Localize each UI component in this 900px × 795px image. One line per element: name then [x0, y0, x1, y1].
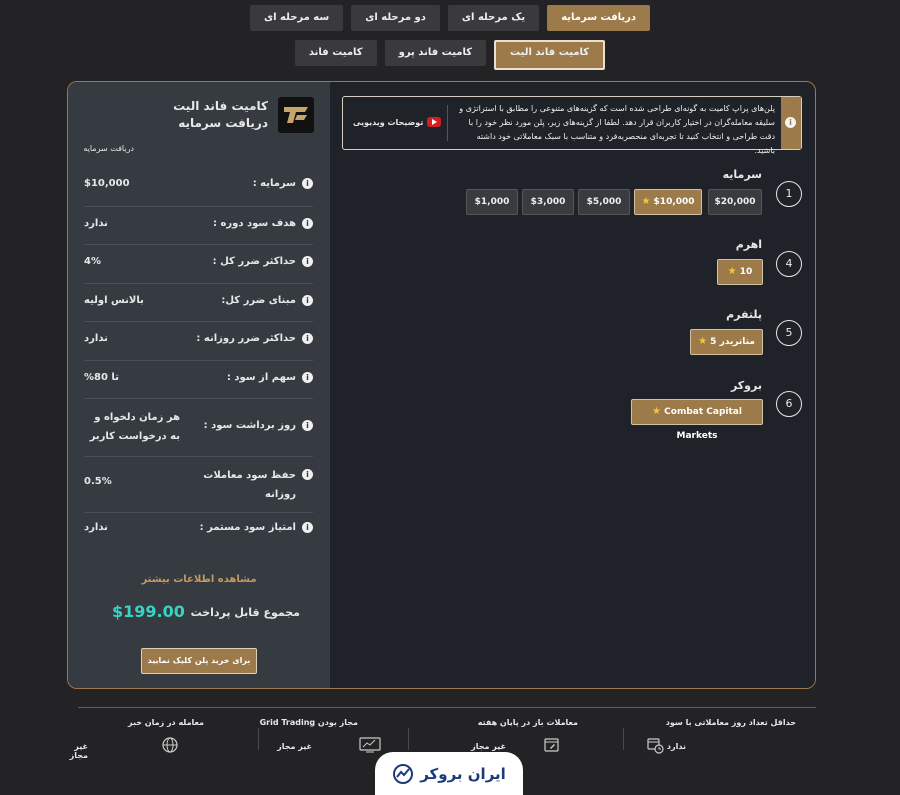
plan-type-tabs: دریافت سرمایه یک مرحله ای دو مرحله ای سه… [0, 5, 900, 31]
calendar-edit-icon [544, 738, 559, 752]
feature-item: حداقل تعداد روز معاملاتی با سود ندارد [646, 718, 796, 758]
star-icon: ★ [641, 196, 651, 207]
capital-option[interactable]: $5,000 [578, 189, 630, 215]
info-icon[interactable]: i [302, 420, 313, 431]
feature-divider [623, 728, 624, 750]
info-icon[interactable]: i [302, 469, 313, 480]
brand-name: ایران بروکر [420, 764, 506, 783]
summary-row: i سرمایه : $10,000 [84, 168, 313, 207]
star-icon: ★ [727, 266, 737, 277]
summary-row: i هدف سود دوره : ندارد [84, 206, 313, 245]
plan-title: کامیت فاند الیت [173, 99, 268, 113]
video-guide-link[interactable]: توضیحات ویدیویی [353, 117, 442, 127]
capital-option-selected[interactable]: ★ $10,000 [634, 189, 702, 215]
feature-item: معامله در زمان خبر غیر مجاز [69, 718, 204, 760]
feature-divider [258, 728, 259, 750]
tab-two-step[interactable]: دو مرحله ای [351, 5, 440, 31]
notice-text: پلن‌های پراپ کامیت به گونه‌ای طراحی شده … [459, 104, 775, 155]
info-icon[interactable]: i [302, 333, 313, 344]
brand-logo-icon [393, 763, 414, 784]
plan-subtitle: دریافت سرمایه [178, 116, 268, 130]
tab-standard[interactable]: کامیت فاند [294, 40, 377, 66]
plan-tier-tabs: کامیت فاند الیت کامیت فاند پرو کامیت فان… [0, 40, 900, 70]
capital-option[interactable]: $20,000 [708, 189, 762, 215]
platform-option-selected[interactable]: ★ متاتریدر 5 [690, 329, 763, 355]
step-number: 1 [776, 181, 802, 207]
buy-plan-button[interactable]: برای خرید پلن کلیک نمایید [141, 648, 257, 674]
plan-configurator: i پلن‌های پراپ کامیت به گونه‌ای طراحی شد… [330, 82, 815, 688]
feature-item: مجاز بودن Grid Trading غیر مجاز [228, 718, 381, 758]
info-icon[interactable]: i [302, 256, 313, 267]
summary-row: i مبنای ضرر کل: بالانس اولیه [84, 283, 313, 322]
notice-info-bar: i [781, 97, 801, 149]
feature-divider [408, 728, 409, 750]
leverage-option-selected[interactable]: ★ 10 [717, 259, 763, 285]
total-price: $199.00 [112, 602, 185, 621]
step-number: 4 [776, 251, 802, 277]
info-icon[interactable]: i [302, 295, 313, 306]
globe-icon [162, 737, 178, 753]
step-title-platform: پلتفرم [726, 308, 762, 321]
star-icon: ★ [652, 406, 662, 417]
tab-funding[interactable]: دریافت سرمایه [547, 5, 651, 31]
plan-notice: i پلن‌های پراپ کامیت به گونه‌ای طراحی شد… [342, 96, 802, 155]
total-label: مجموع قابل پرداخت [190, 606, 300, 619]
info-icon[interactable]: i [302, 522, 313, 533]
summary-row: i حفظ سود معاملات روزانه 0.5% [84, 456, 313, 513]
summary-row: i امتیاز سود مستمر : ندارد [84, 512, 313, 550]
notice-divider [447, 105, 448, 141]
calendar-clock-icon [647, 738, 664, 754]
step-number: 5 [776, 320, 802, 346]
step-title-broker: بروکر [730, 379, 762, 392]
youtube-icon [427, 117, 442, 127]
brand-badge: ایران بروکر [375, 752, 523, 795]
star-icon: ★ [698, 336, 708, 347]
monitor-chart-icon [359, 737, 381, 753]
step-title-leverage: اهرم [735, 238, 762, 251]
capital-option[interactable]: $3,000 [522, 189, 574, 215]
capital-option[interactable]: $1,000 [466, 189, 518, 215]
plan-summary: کامیت فاند الیت دریافت سرمایه دریافت سرم… [68, 82, 330, 688]
brand-logo [278, 97, 314, 133]
info-icon: i [785, 117, 796, 128]
info-icon[interactable]: i [302, 218, 313, 229]
tab-three-step[interactable]: سه مرحله ای [249, 5, 344, 31]
tab-elite[interactable]: کامیت فاند الیت [494, 40, 606, 70]
plan-features: حداقل تعداد روز معاملاتی با سود ندارد مع… [70, 707, 816, 760]
logo-icon [284, 107, 308, 123]
more-info-link[interactable]: مشاهده اطلاعات بیشتر [68, 574, 330, 585]
summary-row: i حداکثر ضرر روزانه : ندارد [84, 321, 313, 361]
step-number: 6 [776, 391, 802, 417]
summary-row: i روز برداشت سود : هر زمان دلخواه و به در… [84, 398, 313, 457]
tab-pro[interactable]: کامیت فاند پرو [384, 40, 487, 66]
summary-row: i سهم از سود : تا 80% [84, 360, 313, 399]
plan-type-caption: دریافت سرمایه [83, 144, 134, 153]
plan-panel: کامیت فاند الیت دریافت سرمایه دریافت سرم… [67, 81, 816, 689]
info-icon[interactable]: i [302, 178, 313, 189]
step-title-capital: سرمایه [722, 168, 762, 181]
broker-option-selected[interactable]: ★ Combat Capital Markets [631, 399, 763, 441]
tab-one-step[interactable]: یک مرحله ای [447, 5, 540, 31]
info-icon[interactable]: i [302, 372, 313, 383]
summary-row: i حداکثر ضرر کل : 4% [84, 244, 313, 284]
